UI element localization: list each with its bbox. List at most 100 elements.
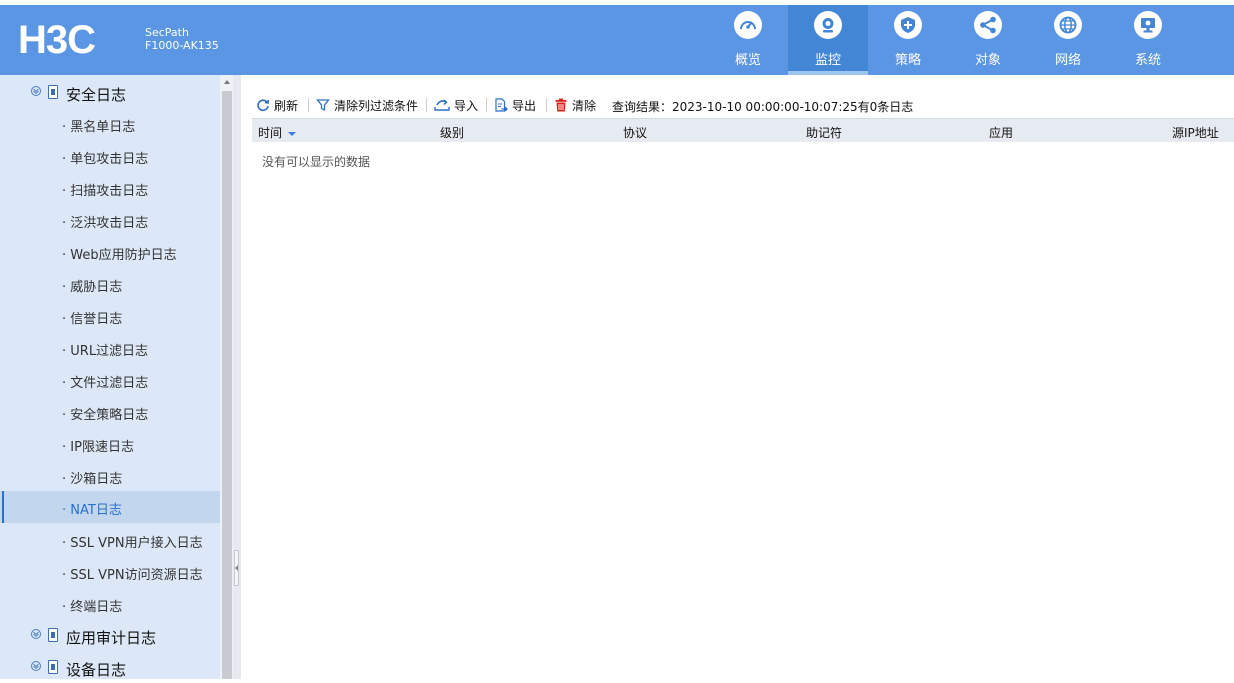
column-header-application[interactable]: 应用 — [989, 124, 1013, 141]
sidebar: 安全日志 · 黑名单日志 · 单包攻击日志 · 扫描攻击日志 · 泛洪攻击日志 … — [0, 75, 220, 679]
export-label: 导出 — [512, 98, 537, 113]
sidebar-item-label: · SSL VPN访问资源日志 — [62, 568, 203, 583]
nav-label: 网络 — [1054, 53, 1081, 68]
sidebar-item-blacklist-log[interactable]: · 黑名单日志 — [0, 108, 220, 140]
sidebar-item-ip-rate-limit-log[interactable]: · IP限速日志 — [0, 428, 220, 460]
nav-label: 概览 — [734, 53, 761, 68]
sidebar-item-label: · URL过滤日志 — [62, 344, 149, 359]
expand-icon[interactable] — [31, 629, 41, 639]
sidebar-item-sandbox-log[interactable]: · 沙箱日志 — [0, 460, 220, 492]
sidebar-item-terminal-log[interactable]: · 终端日志 — [0, 588, 220, 620]
sidebar-item-label: · SSL VPN用户接入日志 — [62, 536, 203, 551]
sort-desc-icon — [287, 131, 296, 136]
panel-splitter[interactable] — [233, 75, 241, 679]
refresh-icon — [257, 99, 270, 112]
sidebar-item-scan-attack-log[interactable]: · 扫描攻击日志 — [0, 172, 220, 204]
sidebar-item-reputation-log[interactable]: · 信誉日志 — [0, 300, 220, 332]
expand-icon[interactable] — [31, 86, 41, 96]
import-label: 导入 — [454, 98, 479, 113]
sidebar-group-label: 应用审计日志 — [66, 629, 157, 647]
log-book-icon — [48, 660, 58, 674]
sidebar-group-app-audit-log[interactable]: 应用审计日志 — [0, 621, 220, 651]
nav-object[interactable]: 对象 — [948, 5, 1028, 75]
nav-system[interactable]: 系统 — [1108, 5, 1188, 75]
toolbar-divider — [308, 98, 309, 112]
product-name: SecPath F1000-AK135 — [145, 26, 219, 52]
export-icon — [495, 98, 508, 112]
log-book-icon — [48, 85, 58, 99]
toolbar-divider — [546, 98, 547, 112]
clear-column-filter-button[interactable]: 清除列过滤条件 — [316, 94, 418, 116]
log-toolbar: 刷新 清除列过滤条件 导入 导出 清除 查询结果：2023-10-10 00:0… — [252, 94, 1232, 116]
empty-table-message: 没有可以显示的数据 — [262, 155, 371, 169]
clear-label: 清除 — [572, 98, 597, 113]
top-bar: H3C SecPath F1000-AK135 概览 监控 策略 对象 网络 系… — [0, 5, 1234, 75]
expand-icon[interactable] — [31, 661, 41, 671]
clear-column-filter-label: 清除列过滤条件 — [334, 98, 419, 113]
nav-network[interactable]: 网络 — [1028, 5, 1108, 75]
column-header-protocol[interactable]: 协议 — [623, 124, 647, 141]
column-header-label: 时间 — [258, 126, 283, 140]
log-table-header: 时间 级别 协议 助记符 应用 源IP地址 — [252, 118, 1234, 142]
filter-icon — [316, 99, 330, 112]
sidebar-item-label: · 安全策略日志 — [62, 408, 149, 423]
nav-label: 系统 — [1134, 53, 1161, 68]
gauge-icon — [734, 11, 762, 39]
sidebar-item-label: · Web应用防护日志 — [62, 248, 177, 263]
sidebar-item-nat-log[interactable]: · NAT日志 — [0, 491, 220, 523]
nav-label: 对象 — [974, 53, 1001, 68]
export-button[interactable]: 导出 — [494, 94, 536, 116]
product-series: SecPath — [145, 26, 189, 39]
h3c-logo: H3C — [18, 18, 96, 62]
column-header-level[interactable]: 级别 — [440, 124, 464, 141]
sidebar-item-ssl-vpn-user-access-log[interactable]: · SSL VPN用户接入日志 — [0, 524, 220, 556]
sidebar-item-label: · IP限速日志 — [62, 440, 134, 455]
import-icon — [434, 99, 450, 111]
sidebar-item-url-filter-log[interactable]: · URL过滤日志 — [0, 332, 220, 364]
collapse-sidebar-handle[interactable] — [234, 550, 239, 586]
nav-label: 监控 — [814, 53, 841, 68]
sidebar-item-label: · 扫描攻击日志 — [62, 184, 149, 199]
sidebar-item-label: · 终端日志 — [62, 600, 123, 615]
sidebar-group-label: 设备日志 — [66, 661, 127, 679]
sidebar-item-web-app-protection-log[interactable]: · Web应用防护日志 — [0, 236, 220, 268]
sidebar-item-label: · NAT日志 — [62, 503, 122, 518]
log-book-icon — [48, 628, 58, 642]
sidebar-item-label: · 单包攻击日志 — [62, 152, 149, 167]
sidebar-item-single-packet-attack-log[interactable]: · 单包攻击日志 — [0, 140, 220, 172]
scroll-up-arrow-icon[interactable] — [224, 80, 230, 84]
toolbar-divider — [426, 98, 427, 112]
sidebar-item-label: · 威胁日志 — [62, 280, 123, 295]
system-monitor-icon — [1134, 11, 1162, 39]
sidebar-item-file-filter-log[interactable]: · 文件过滤日志 — [0, 364, 220, 396]
sidebar-item-security-policy-log[interactable]: · 安全策略日志 — [0, 396, 220, 428]
nav-monitor[interactable]: 监控 — [788, 5, 868, 75]
sidebar-item-label: · 文件过滤日志 — [62, 376, 149, 391]
globe-icon — [1054, 11, 1082, 39]
share-icon — [974, 11, 1002, 39]
column-header-time[interactable]: 时间 — [258, 124, 296, 141]
sidebar-scroll-thumb[interactable] — [222, 91, 232, 679]
product-model: F1000-AK135 — [145, 39, 219, 52]
sidebar-item-label: · 黑名单日志 — [62, 120, 136, 135]
sidebar-item-label: · 沙箱日志 — [62, 472, 123, 487]
sidebar-item-flood-attack-log[interactable]: · 泛洪攻击日志 — [0, 204, 220, 236]
query-result-text: 查询结果：2023-10-10 00:00:00-10:07:25有0条日志 — [612, 100, 914, 114]
sidebar-item-label: · 信誉日志 — [62, 312, 123, 327]
clear-button[interactable]: 清除 — [554, 94, 596, 116]
import-button[interactable]: 导入 — [434, 94, 478, 116]
sidebar-item-threat-log[interactable]: · 威胁日志 — [0, 268, 220, 300]
sidebar-item-ssl-vpn-resource-access-log[interactable]: · SSL VPN访问资源日志 — [0, 556, 220, 588]
shield-icon — [894, 11, 922, 39]
nav-policy[interactable]: 策略 — [868, 5, 948, 75]
nav-overview[interactable]: 概览 — [708, 5, 788, 75]
toolbar-divider — [486, 98, 487, 112]
monitor-camera-icon — [814, 11, 842, 39]
column-header-mnemonic[interactable]: 助记符 — [806, 124, 842, 141]
column-header-source-ip[interactable]: 源IP地址 — [1172, 124, 1219, 141]
sidebar-group-security-log[interactable]: 安全日志 — [0, 78, 220, 108]
refresh-button[interactable]: 刷新 — [256, 94, 298, 116]
trash-icon — [555, 98, 567, 112]
refresh-label: 刷新 — [274, 98, 299, 113]
sidebar-group-label: 安全日志 — [66, 86, 127, 104]
